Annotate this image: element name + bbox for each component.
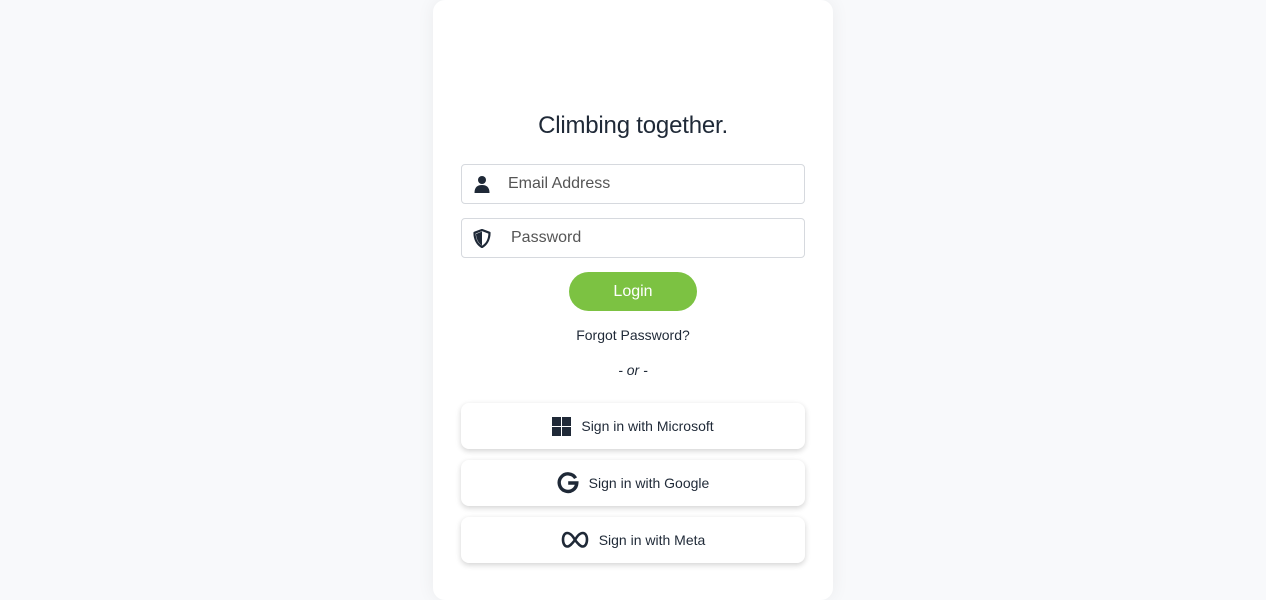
email-input[interactable]	[508, 175, 798, 193]
password-field[interactable]	[461, 218, 805, 258]
sign-in-google-label: Sign in with Google	[588, 475, 710, 491]
sign-in-microsoft-button[interactable]: Sign in with Microsoft	[461, 403, 805, 449]
password-input[interactable]	[511, 229, 801, 247]
sign-in-microsoft-label: Sign in with Microsoft	[581, 418, 714, 434]
shield-icon	[472, 228, 492, 248]
sign-in-meta-button[interactable]: Sign in with Meta	[461, 517, 805, 563]
microsoft-icon	[552, 416, 572, 436]
email-field[interactable]	[461, 164, 805, 204]
meta-icon	[561, 531, 589, 549]
user-icon	[472, 174, 492, 194]
login-card: Climbing together. Login Forgot Password…	[433, 0, 833, 600]
sign-in-google-button[interactable]: Sign in with Google	[461, 460, 805, 506]
google-icon	[557, 472, 579, 494]
forgot-password-link[interactable]: Forgot Password?	[433, 327, 833, 343]
or-divider: - or -	[618, 362, 648, 378]
login-button[interactable]: Login	[569, 272, 697, 311]
page-title: Climbing together.	[538, 112, 728, 139]
sign-in-meta-label: Sign in with Meta	[598, 532, 706, 548]
